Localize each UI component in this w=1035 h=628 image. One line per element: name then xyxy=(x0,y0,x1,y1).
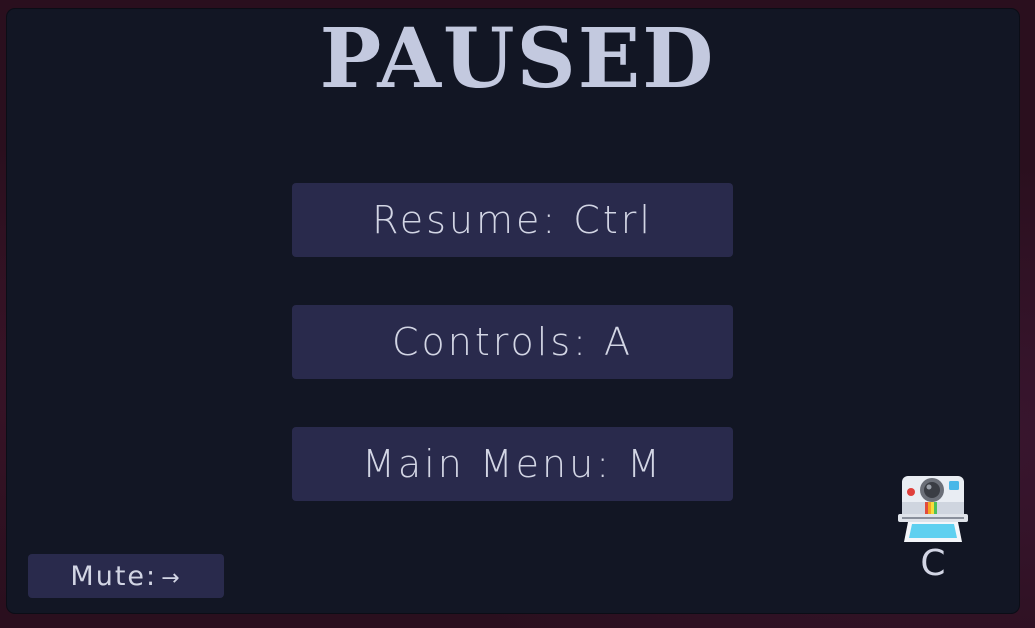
main-menu-button-label: Main Menu: M xyxy=(362,442,663,486)
mute-button-label: Mute: xyxy=(70,560,158,592)
resume-button[interactable]: Resume: Ctrl xyxy=(292,183,733,257)
main-menu-button[interactable]: Main Menu: M xyxy=(292,427,733,501)
right-arrow-icon: → xyxy=(161,565,182,591)
controls-button-label: Controls: A xyxy=(391,320,634,364)
pause-title: PAUSED xyxy=(319,11,716,107)
camera-key-label: C xyxy=(920,543,946,584)
controls-button[interactable]: Controls: A xyxy=(292,305,733,379)
mute-button[interactable]: Mute: → xyxy=(28,554,224,598)
instant-camera-icon[interactable] xyxy=(896,474,970,544)
resume-button-label: Resume: Ctrl xyxy=(372,198,653,242)
